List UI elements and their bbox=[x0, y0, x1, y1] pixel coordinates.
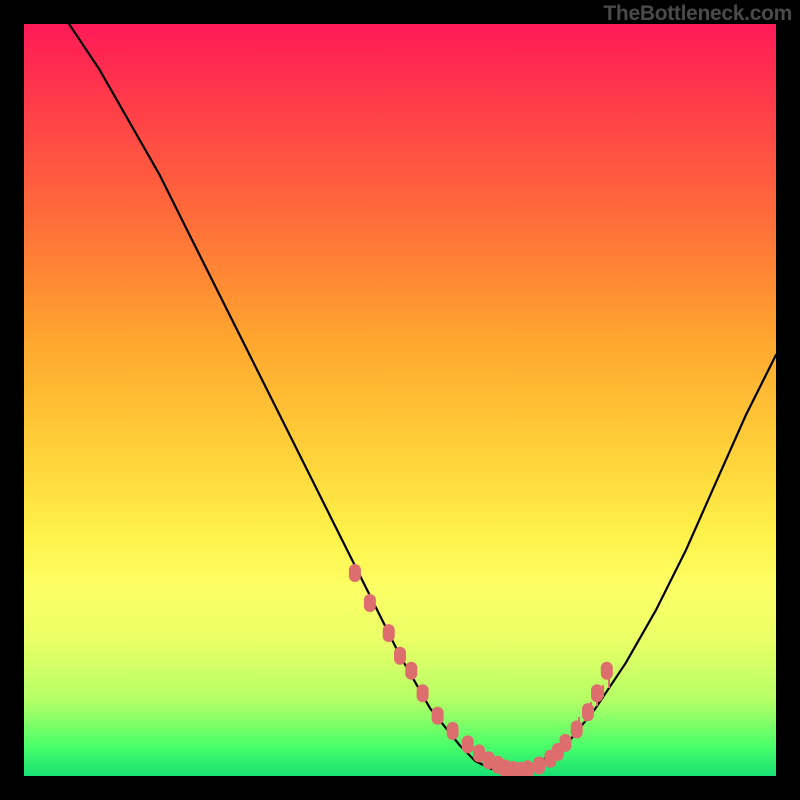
optimal-marker bbox=[394, 647, 406, 665]
optimal-marker bbox=[559, 734, 571, 752]
chart-frame: TheBottleneck.com bbox=[0, 0, 800, 800]
optimal-marker bbox=[462, 735, 474, 753]
optimal-marker bbox=[417, 684, 429, 702]
optimal-marker bbox=[349, 564, 361, 582]
optimal-marker bbox=[591, 684, 603, 702]
optimal-marker bbox=[533, 757, 545, 775]
optimal-marker bbox=[601, 662, 613, 680]
optimal-marker bbox=[571, 720, 583, 738]
plot-area bbox=[24, 24, 776, 776]
bottleneck-chart bbox=[24, 24, 776, 776]
optimal-marker bbox=[522, 760, 534, 776]
optimal-marker bbox=[383, 624, 395, 642]
optimal-marker bbox=[447, 722, 459, 740]
attribution-text: TheBottleneck.com bbox=[603, 2, 792, 26]
optimal-marker bbox=[364, 594, 376, 612]
optimal-marker bbox=[582, 703, 594, 721]
optimal-marker bbox=[432, 707, 444, 725]
bottleneck-curve bbox=[69, 24, 776, 772]
optimal-marker bbox=[405, 662, 417, 680]
